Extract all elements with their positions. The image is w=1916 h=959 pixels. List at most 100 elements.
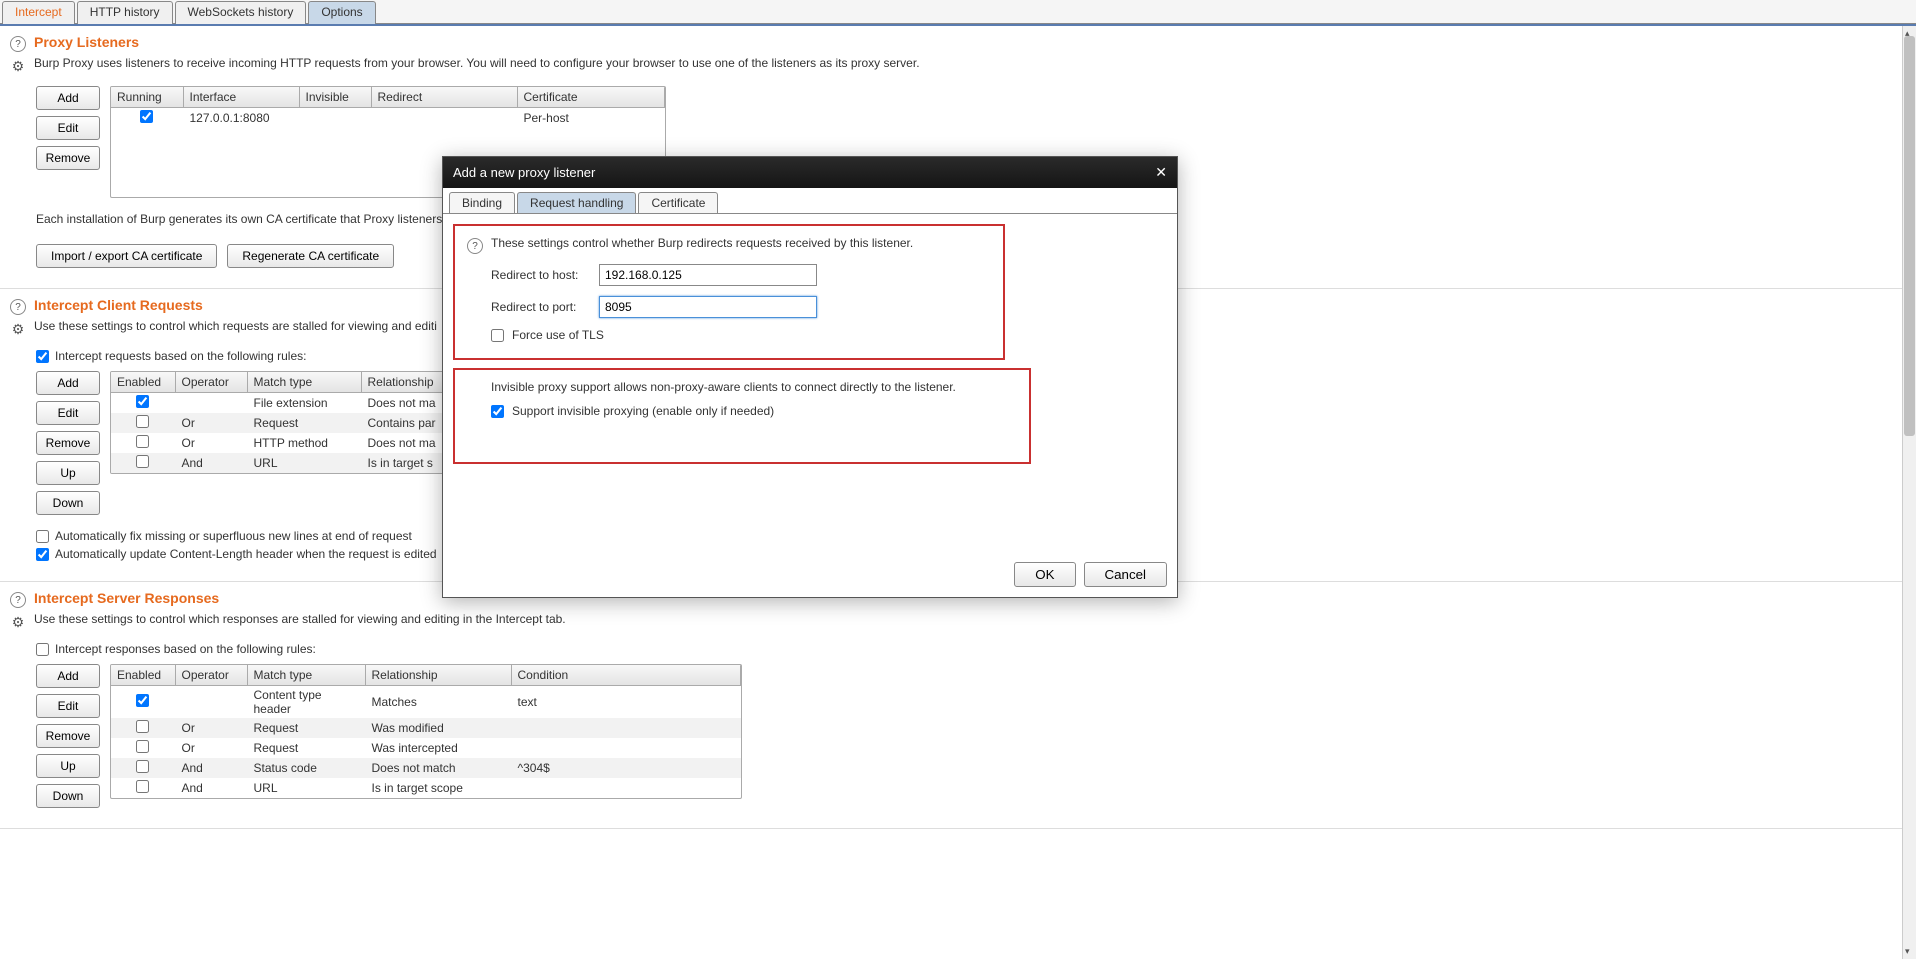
scroll-down-icon[interactable]: ▾ (1905, 946, 1910, 957)
support-invisible-checkbox[interactable] (491, 405, 504, 418)
intercept-requests-label: Intercept requests based on the followin… (55, 349, 306, 363)
table-row[interactable]: Or Request Contains par (111, 413, 445, 433)
table-row[interactable]: Or Request Was intercepted (111, 738, 741, 758)
redirect-host-label: Redirect to host: (491, 268, 591, 282)
cell-condition (511, 778, 741, 798)
cancel-button[interactable]: Cancel (1084, 562, 1168, 587)
cell-condition (511, 718, 741, 738)
dialog-title: Add a new proxy listener (453, 165, 595, 180)
auto-fix-newlines-checkbox[interactable] (36, 530, 49, 543)
enabled-checkbox[interactable] (136, 435, 149, 448)
enabled-checkbox[interactable] (136, 760, 149, 773)
col-match-type[interactable]: Match type (247, 372, 361, 393)
tab-ws-history[interactable]: WebSockets history (175, 1, 307, 24)
redirect-port-input[interactable] (599, 296, 817, 318)
table-row[interactable]: And Status code Does not match ^304$ (111, 758, 741, 778)
proxy-listeners-table[interactable]: Running Interface Invisible Redirect Cer… (111, 87, 665, 128)
gear-icon[interactable]: ⚙ (10, 58, 26, 74)
enabled-checkbox[interactable] (136, 415, 149, 428)
scrollbar-thumb[interactable] (1904, 36, 1915, 436)
table-row[interactable]: 127.0.0.1:8080 Per-host (111, 108, 665, 129)
table-row[interactable]: Content type header Matches text (111, 686, 741, 719)
cell-relationship: Was modified (365, 718, 511, 738)
cell-match-type: URL (247, 778, 365, 798)
edit-rule-button[interactable]: Edit (36, 401, 100, 425)
table-row[interactable]: And URL Is in target s (111, 453, 445, 473)
table-row[interactable]: And URL Is in target scope (111, 778, 741, 798)
regenerate-ca-button[interactable]: Regenerate CA certificate (227, 244, 394, 268)
remove-rule-button[interactable]: Remove (36, 431, 100, 455)
dialog-tabs: Binding Request handling Certificate (443, 188, 1177, 214)
help-icon[interactable]: ? (10, 299, 26, 315)
tab-http-history[interactable]: HTTP history (77, 1, 173, 24)
cell-relationship: Does not ma (361, 393, 445, 414)
cell-operator: Or (175, 738, 247, 758)
col-operator[interactable]: Operator (175, 665, 247, 686)
client-rules-table[interactable]: Enabled Operator Match type Relationship… (111, 372, 445, 473)
gear-icon[interactable]: ⚙ (10, 614, 26, 630)
up-resp-rule-button[interactable]: Up (36, 754, 100, 778)
remove-listener-button[interactable]: Remove (36, 146, 100, 170)
enabled-checkbox[interactable] (136, 694, 149, 707)
col-enabled[interactable]: Enabled (111, 665, 175, 686)
dialog-tab-binding[interactable]: Binding (449, 192, 515, 213)
dialog-tab-request-handling[interactable]: Request handling (517, 192, 636, 213)
col-invisible[interactable]: Invisible (299, 87, 371, 108)
help-icon[interactable]: ? (10, 36, 26, 52)
table-row[interactable]: Or Request Was modified (111, 718, 741, 738)
redirect-host-input[interactable] (599, 264, 817, 286)
cell-relationship: Was intercepted (365, 738, 511, 758)
enabled-checkbox[interactable] (136, 780, 149, 793)
add-listener-button[interactable]: Add (36, 86, 100, 110)
up-rule-button[interactable]: Up (36, 461, 100, 485)
enabled-checkbox[interactable] (136, 455, 149, 468)
close-icon[interactable]: ✕ (1155, 164, 1167, 181)
add-rule-button[interactable]: Add (36, 371, 100, 395)
cell-interface: 127.0.0.1:8080 (183, 108, 299, 129)
table-row[interactable]: Or HTTP method Does not ma (111, 433, 445, 453)
running-checkbox[interactable] (140, 110, 153, 123)
import-export-ca-button[interactable]: Import / export CA certificate (36, 244, 217, 268)
col-certificate[interactable]: Certificate (517, 87, 665, 108)
down-resp-rule-button[interactable]: Down (36, 784, 100, 808)
force-tls-checkbox[interactable] (491, 329, 504, 342)
auto-fix-label: Automatically fix missing or superfluous… (55, 529, 412, 543)
cell-match-type: Request (247, 413, 361, 433)
col-match-type[interactable]: Match type (247, 665, 365, 686)
col-redirect[interactable]: Redirect (371, 87, 517, 108)
enabled-checkbox[interactable] (136, 720, 149, 733)
cell-operator: And (175, 778, 247, 798)
intercept-responses-checkbox[interactable] (36, 643, 49, 656)
cell-match-type: Request (247, 718, 365, 738)
dialog-tab-certificate[interactable]: Certificate (638, 192, 718, 213)
help-icon[interactable]: ? (467, 238, 483, 254)
enabled-checkbox[interactable] (136, 740, 149, 753)
auto-content-length-checkbox[interactable] (36, 548, 49, 561)
edit-listener-button[interactable]: Edit (36, 116, 100, 140)
down-rule-button[interactable]: Down (36, 491, 100, 515)
col-relationship[interactable]: Relationship (365, 665, 511, 686)
section-title: Intercept Server Responses (34, 590, 219, 606)
table-row[interactable]: File extension Does not ma (111, 393, 445, 414)
ok-button[interactable]: OK (1014, 562, 1075, 587)
add-resp-rule-button[interactable]: Add (36, 664, 100, 688)
cell-relationship: Does not ma (361, 433, 445, 453)
col-interface[interactable]: Interface (183, 87, 299, 108)
col-relationship[interactable]: Relationship (361, 372, 445, 393)
tab-options[interactable]: Options (308, 1, 375, 24)
edit-resp-rule-button[interactable]: Edit (36, 694, 100, 718)
tab-intercept[interactable]: Intercept (2, 1, 75, 24)
col-operator[interactable]: Operator (175, 372, 247, 393)
server-rules-table[interactable]: Enabled Operator Match type Relationship… (111, 665, 741, 798)
remove-resp-rule-button[interactable]: Remove (36, 724, 100, 748)
col-condition[interactable]: Condition (511, 665, 741, 686)
help-icon[interactable]: ? (10, 592, 26, 608)
col-enabled[interactable]: Enabled (111, 372, 175, 393)
gear-icon[interactable]: ⚙ (10, 321, 26, 337)
vertical-scrollbar[interactable]: ▴ ▾ (1902, 26, 1916, 959)
dialog-titlebar[interactable]: Add a new proxy listener ✕ (443, 157, 1177, 188)
cell-match-type: HTTP method (247, 433, 361, 453)
enabled-checkbox[interactable] (136, 395, 149, 408)
col-running[interactable]: Running (111, 87, 183, 108)
intercept-requests-checkbox[interactable] (36, 350, 49, 363)
